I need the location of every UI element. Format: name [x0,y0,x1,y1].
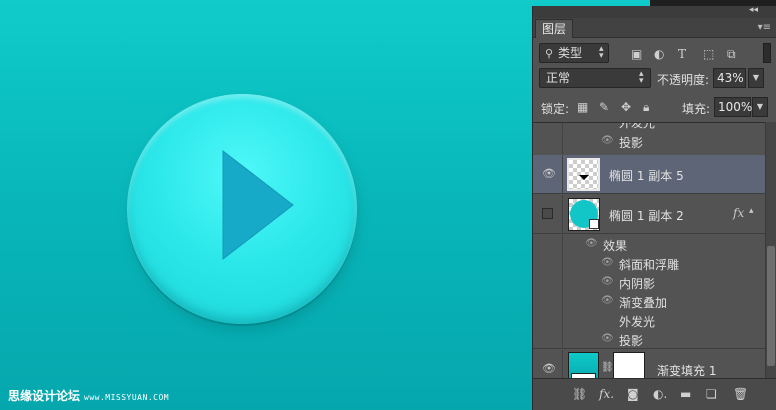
visibility-column: 👁︎ [533,155,563,193]
panel-bottom-toolbar: ⛓︎ fx. ◙ ◐. ▬ ❏ 🗑︎ [533,378,776,410]
filter-row: 类型 ⚲ ▴ ▾ ▣ ◐ T ⬚ ⧉ [533,39,776,66]
scrollbar-thumb[interactable] [767,246,775,366]
opacity-input[interactable]: 43% [713,68,746,88]
visibility-column [533,292,563,311]
fill-label: 填充: [682,102,711,116]
expand-effects-icon[interactable]: ▴ [749,206,754,216]
collapse-panel-icon[interactable]: ◂◂ [749,5,758,15]
lock-all-padlock-icon[interactable]: 🔒︎ [643,100,649,115]
fill-input[interactable]: 100% [714,97,752,117]
watermark-chinese: 思缘设计论坛 [8,389,81,403]
new-layer-icon[interactable]: ❏ [706,387,717,401]
smart-object-filter-icon[interactable]: ⧉ [727,47,736,62]
eye-icon[interactable]: 👁︎ [601,333,614,344]
fx-icon[interactable]: fx [733,206,744,220]
panel-title-strip [533,6,776,18]
effect-name: 投影 [619,334,644,348]
visibility-column: 👁︎ [533,350,563,378]
watermark: 思缘设计论坛 www.MISSYUAN.COM [8,387,169,404]
search-icon: ⚲ [545,47,554,60]
layer-name[interactable]: 椭圆 1 副本 5 [609,167,684,184]
eye-icon[interactable]: 👁︎ [542,167,556,180]
add-style-icon[interactable]: fx. [599,387,614,401]
effects-header-row[interactable]: 👁︎ 效果 [533,235,765,254]
visibility-column [533,235,563,254]
layer-name[interactable]: 椭圆 1 副本 2 [609,207,684,224]
visibility-column [533,273,563,292]
lock-label: 锁定: [541,102,570,116]
vector-mask-badge-icon [589,219,599,229]
layer-name[interactable]: 渐变填充 1 [657,362,716,378]
effect-name: 外发光 [619,122,656,130]
visibility-column [533,311,563,330]
visibility-column [533,132,563,154]
visibility-column [533,330,563,349]
effect-name: 外发光 [619,315,656,329]
eye-icon[interactable]: 👁︎ [601,135,614,146]
blend-mode-select[interactable]: 正常 [539,68,651,88]
eye-icon[interactable]: 👁︎ [585,238,598,249]
visibility-column [533,195,563,233]
visibility-column [533,254,563,273]
panel-tab-bar: 图层 ▾≡ [533,18,776,38]
fill-dropdown-button[interactable]: ▼ [752,97,768,117]
effect-row-drop-shadow[interactable]: 👁︎ 投影 [533,132,765,154]
effects-header-label: 效果 [603,239,628,253]
eye-icon[interactable]: 👁︎ [601,295,614,306]
effect-row-gradient-overlay[interactable]: 👁︎ 渐变叠加 [533,292,765,311]
filter-toggle-switch[interactable] [763,43,771,63]
eye-icon[interactable]: 👁︎ [601,276,614,287]
effect-name: 内阴影 [619,277,656,291]
triangle-thumb-icon [579,175,589,180]
effect-row-inner-shadow[interactable]: 👁︎ 内阴影 [533,273,765,292]
effect-row-bevel-emboss[interactable]: 👁︎ 斜面和浮雕 [533,254,765,273]
play-triangle-icon [222,149,294,261]
layer-thumbnail [567,158,600,191]
image-filter-icon[interactable]: ▣ [631,47,642,61]
layers-panel: ◂◂ ▸▸ 图层 ▾≡ 类型 ⚲ ▴▾ ▣ ◐ T ⬚ ⧉ 正常 ▴▾ 不透明度… [532,5,776,410]
opacity-dropdown-button[interactable]: ▼ [748,68,764,88]
visibility-toggle-empty[interactable] [542,208,553,219]
effect-name: 斜面和浮雕 [619,258,680,272]
tab-layers[interactable]: 图层 [535,19,574,38]
watermark-url: www.MISSYUAN.COM [84,393,170,402]
layer-row-ellipse-copy-5[interactable]: 👁︎ 椭圆 1 副本 5 [533,155,765,194]
gradient-thumbnail [568,352,599,378]
effect-name: 投影 [619,136,644,150]
effect-row-drop-shadow-2[interactable]: 👁︎ 投影 [533,330,765,349]
panel-menu-icon[interactable]: ▾≡ [758,22,771,33]
chain-link-icon[interactable]: ⛓︎ [601,362,614,373]
updown-arrows-icon: ▴ ▾ [639,69,644,86]
effect-name: 渐变叠加 [619,296,668,310]
adjustment-filter-icon[interactable]: ◐ [654,47,664,61]
lock-position-move-icon[interactable]: ✥ [621,100,631,114]
new-group-icon[interactable]: ▬ [680,387,691,401]
new-adjustment-icon[interactable]: ◐. [653,387,667,401]
layer-row-ellipse-copy-2[interactable]: 椭圆 1 副本 2 fx ▴ [533,195,765,234]
updown-arrows-icon: ▴ ▾ [599,44,604,61]
eye-icon[interactable]: 👁︎ [542,362,556,375]
layer-mask-thumbnail[interactable] [613,352,645,378]
layer-thumbnail [568,198,600,231]
shape-filter-icon[interactable]: ⬚ [703,47,714,61]
visibility-column [533,123,563,131]
lock-pixels-brush-icon[interactable]: ✎ [599,100,609,114]
lock-transparency-icon[interactable]: ▦ [577,100,588,114]
type-filter-icon[interactable]: T [678,47,686,61]
eye-icon[interactable]: 👁︎ [601,257,614,268]
layer-row-gradient-fill[interactable]: 👁︎ ⛓︎ 渐变填充 1 [533,350,765,378]
link-layers-icon[interactable]: ⛓︎ [572,387,587,401]
layers-list: 外发光 👁︎ 投影 👁︎ 椭圆 1 副本 5 椭圆 1 副本 2 fx ▴ 👁︎… [533,122,765,378]
effect-row-outer-glow[interactable]: 外发光 [533,311,765,330]
effect-row-outer-glow-partial[interactable]: 外发光 [533,122,765,131]
delete-layer-icon[interactable]: 🗑︎ [733,387,748,401]
add-mask-icon[interactable]: ◙ [627,387,639,401]
opacity-label: 不透明度: [657,73,710,87]
